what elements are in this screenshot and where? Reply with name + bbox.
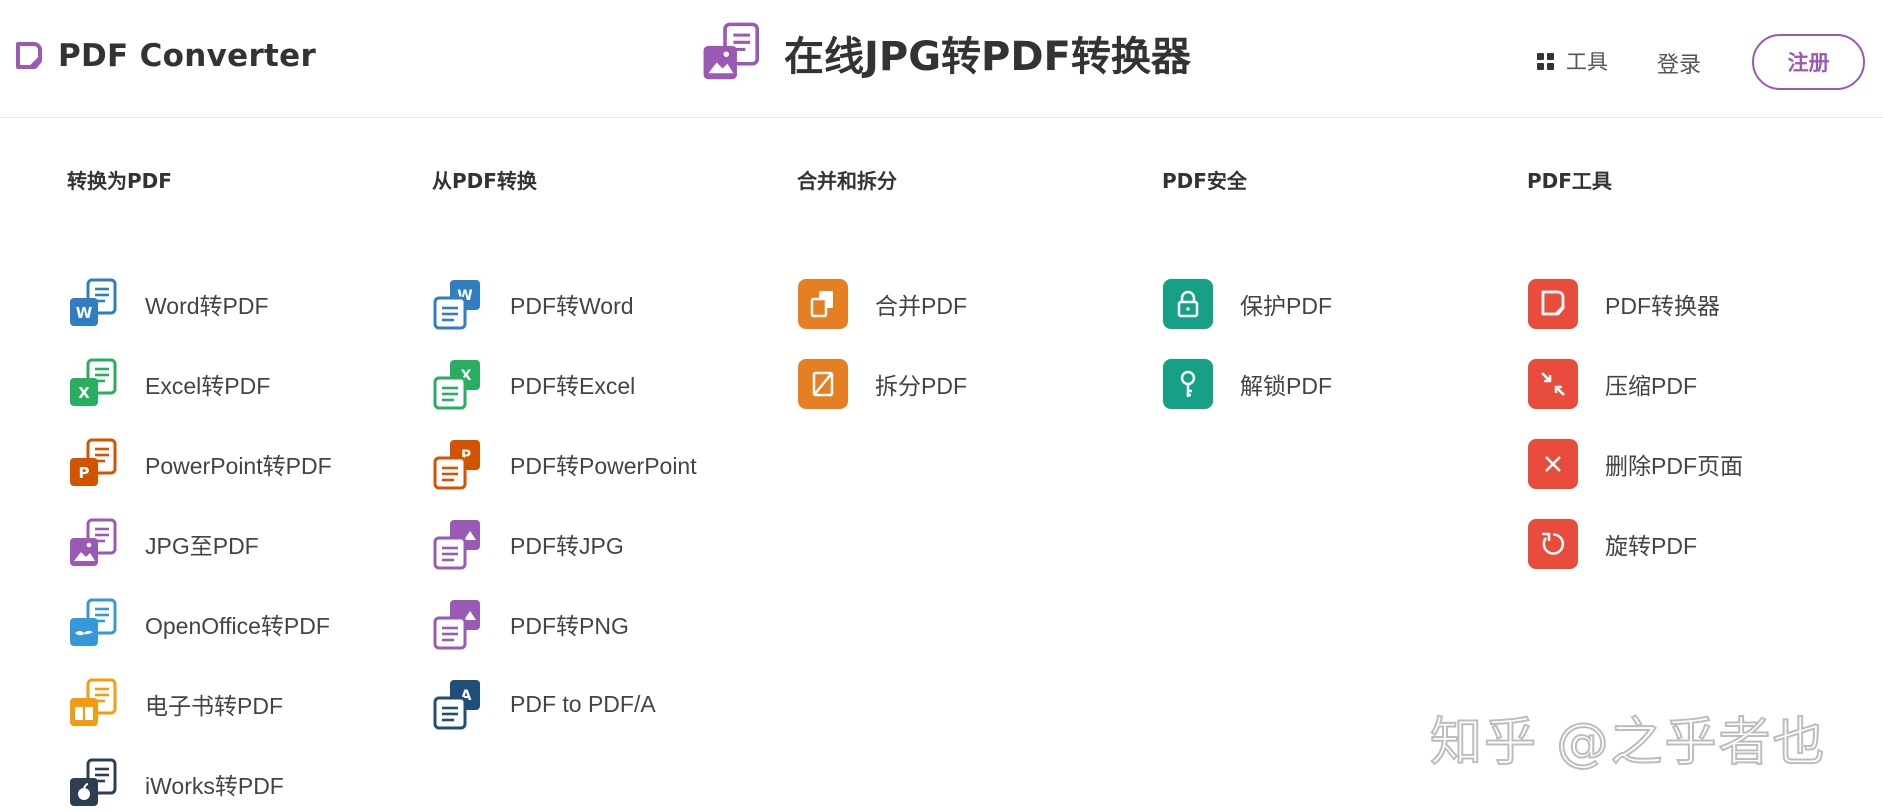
pdf-to-excel-icon: X (432, 360, 480, 410)
rotate-icon (1528, 519, 1578, 569)
tool-label: PDF转PowerPoint (510, 453, 697, 479)
tool-unlock-pdf[interactable]: 解锁PDF (1162, 344, 1492, 424)
tools-label: 工具 (1566, 51, 1608, 74)
pdf-to-jpg-icon (432, 520, 480, 570)
tool-rotate-pdf[interactable]: 旋转PDF (1527, 504, 1857, 584)
tool-compress-pdf[interactable]: 压缩PDF (1527, 344, 1857, 424)
jpg-to-pdf-icon (70, 518, 119, 566)
tool-label: PDF转Excel (510, 373, 636, 399)
merge-icon (798, 279, 848, 329)
pdf-to-png-icon (432, 600, 480, 650)
brand[interactable]: PDF Converter (14, 38, 316, 74)
tool-list: 合并PDF 拆分PDF (797, 264, 1127, 424)
tool-label: 压缩PDF (1605, 373, 1697, 399)
tool-label: PDF转PNG (510, 613, 629, 639)
tool-label: PDF转Word (510, 293, 634, 319)
tool-label: 合并PDF (875, 293, 967, 319)
register-button[interactable]: 注册 (1752, 34, 1865, 90)
powerpoint-to-pdf-icon: P (70, 438, 119, 486)
column-merge-split: 合并和拆分 合并PDF 拆分PDF (797, 166, 1127, 424)
tool-word-to-pdf[interactable]: W Word转PDF (67, 264, 397, 344)
tool-label: 解锁PDF (1240, 373, 1332, 399)
tool-label: iWorks转PDF (145, 773, 284, 799)
tool-list: W PDF转Word X PDF转Excel P PDF转PowerPoint (432, 264, 762, 744)
svg-text:W: W (76, 304, 93, 322)
openoffice-to-pdf-icon (70, 598, 119, 646)
svg-text:X: X (78, 384, 90, 402)
watermark: 知乎 @之乎者也 (1429, 712, 1827, 774)
tool-label: JPG至PDF (145, 533, 259, 559)
lock-icon (1163, 279, 1213, 329)
column-convert-from-pdf: 从PDF转换 W PDF转Word X PDF转Excel P PDF转Powe… (432, 166, 762, 744)
key-icon (1163, 359, 1213, 409)
tool-label: Excel转PDF (145, 373, 271, 399)
tool-pdf-to-png[interactable]: PDF转PNG (432, 584, 762, 664)
column-pdf-security: PDF安全 保护PDF 解锁PDF (1162, 166, 1492, 424)
grid-icon (1537, 52, 1554, 70)
tool-pdf-to-jpg[interactable]: PDF转JPG (432, 504, 762, 584)
svg-text:P: P (79, 464, 90, 482)
iworks-to-pdf-icon (70, 758, 119, 806)
word-to-pdf-icon: W (70, 278, 119, 326)
compress-icon (1528, 359, 1578, 409)
tool-excel-to-pdf[interactable]: X Excel转PDF (67, 344, 397, 424)
tool-pdf-to-excel[interactable]: X PDF转Excel (432, 344, 762, 424)
tool-list: 保护PDF 解锁PDF (1162, 264, 1492, 424)
tool-list: PDF转换器 压缩PDF 删除PDF页面 旋转PDF (1527, 264, 1857, 584)
brand-name: PDF Converter (58, 38, 317, 74)
tool-pdf-to-word[interactable]: W PDF转Word (432, 264, 762, 344)
tool-label: 删除PDF页面 (1605, 453, 1743, 479)
column-title: PDF工具 (1527, 169, 1612, 193)
tool-delete-pdf-pages[interactable]: 删除PDF页面 (1527, 424, 1857, 504)
tool-label: PowerPoint转PDF (145, 453, 332, 479)
ebook-to-pdf-icon (70, 678, 119, 726)
column-convert-to-pdf: 转换为PDF W Word转PDF X Excel转PDF P PowerPoi… (67, 166, 397, 812)
column-title: 从PDF转换 (432, 169, 537, 193)
pdf-to-word-icon: W (432, 280, 480, 330)
tool-label: OpenOffice转PDF (145, 613, 330, 639)
tool-label: 旋转PDF (1605, 533, 1697, 559)
tool-label: 拆分PDF (875, 373, 967, 399)
column-title: 合并和拆分 (797, 169, 897, 193)
tool-label: 电子书转PDF (145, 693, 283, 719)
tool-label: PDF转换器 (1605, 293, 1720, 319)
converter-icon (1528, 279, 1578, 329)
pdf-to-powerpoint-icon: P (432, 440, 480, 490)
top-header: PDF Converter 在线JPG转PDF转换器 工具 登录 注册 (0, 0, 1883, 118)
jpg-to-pdf-icon (703, 22, 762, 80)
delete-page-icon (1528, 439, 1578, 489)
tool-openoffice-to-pdf[interactable]: OpenOffice转PDF (67, 584, 397, 664)
tool-label: PDF转JPG (510, 533, 624, 559)
tool-list: W Word转PDF X Excel转PDF P PowerPoint转PDF (67, 264, 397, 812)
tool-split-pdf[interactable]: 拆分PDF (797, 344, 1127, 424)
tool-pdf-converter[interactable]: PDF转换器 (1527, 264, 1857, 344)
brand-logo-icon (16, 42, 42, 69)
split-icon (798, 359, 848, 409)
column-title: 转换为PDF (67, 169, 172, 193)
tool-pdf-to-pdfa[interactable]: A PDF to PDF/A (432, 664, 762, 744)
tool-jpg-to-pdf[interactable]: JPG至PDF (67, 504, 397, 584)
page-title: 在线JPG转PDF转换器 (784, 34, 1191, 80)
pdf-to-pdfa-icon: A (432, 680, 480, 730)
tool-label: 保护PDF (1240, 293, 1332, 319)
column-title: PDF安全 (1162, 169, 1247, 193)
login-link[interactable]: 登录 (1657, 47, 1701, 79)
tool-merge-pdf[interactable]: 合并PDF (797, 264, 1127, 344)
tool-pdf-to-powerpoint[interactable]: P PDF转PowerPoint (432, 424, 762, 504)
excel-to-pdf-icon: X (70, 358, 119, 406)
tool-protect-pdf[interactable]: 保护PDF (1162, 264, 1492, 344)
tools-menu-link[interactable]: 工具 (1537, 46, 1608, 76)
tool-iworks-to-pdf[interactable]: iWorks转PDF (67, 744, 397, 812)
tool-label: Word转PDF (145, 293, 269, 319)
tool-label: PDF to PDF/A (510, 690, 656, 717)
page-heading: 在线JPG转PDF转换器 (700, 22, 1191, 84)
tool-powerpoint-to-pdf[interactable]: P PowerPoint转PDF (67, 424, 397, 504)
column-pdf-tools: PDF工具 PDF转换器 压缩PDF 删除PDF页面 旋转PDF (1527, 166, 1857, 584)
tool-ebook-to-pdf[interactable]: 电子书转PDF (67, 664, 397, 744)
